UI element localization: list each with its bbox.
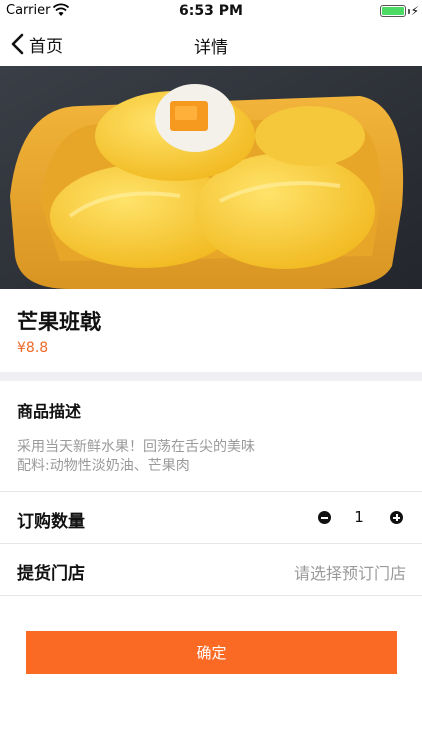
pickup-store-label: 提货门店 (17, 564, 85, 584)
status-time: 6:53 PM (179, 3, 243, 19)
status-bar: Carrier 6:53 PM ⚡ (0, 0, 422, 22)
mango-crepe-illustration (0, 66, 422, 289)
ingredients-text: 配料:动物性淡奶油、芒果肉 (17, 458, 190, 474)
store-select[interactable]: 请选择预订门店 (294, 560, 406, 584)
divider (0, 543, 422, 544)
increase-quantity-button[interactable] (390, 511, 403, 524)
charging-icon: ⚡ (410, 4, 419, 18)
page-title: 详情 (194, 38, 228, 58)
product-image (0, 66, 422, 289)
divider (0, 595, 422, 596)
battery-icon (380, 5, 406, 17)
description-text: 采用当天新鲜水果！回荡在舌尖的美味 (17, 439, 255, 455)
decrease-quantity-button[interactable] (318, 511, 331, 524)
navigation-bar: 首页 详情 (0, 22, 422, 66)
confirm-button[interactable]: 确定 (26, 631, 397, 674)
divider (0, 491, 422, 492)
quantity-label: 订购数量 (17, 512, 85, 532)
section-separator (0, 372, 422, 381)
back-button[interactable]: 首页 (10, 30, 63, 58)
product-price: ¥8.8 (17, 340, 49, 356)
quantity-value: 1 (354, 508, 364, 526)
battery-level (382, 7, 404, 15)
chevron-left-icon (11, 33, 24, 55)
back-label: 首页 (29, 36, 63, 57)
description-title: 商品描述 (17, 402, 82, 421)
product-name: 芒果班戟 (17, 310, 101, 334)
